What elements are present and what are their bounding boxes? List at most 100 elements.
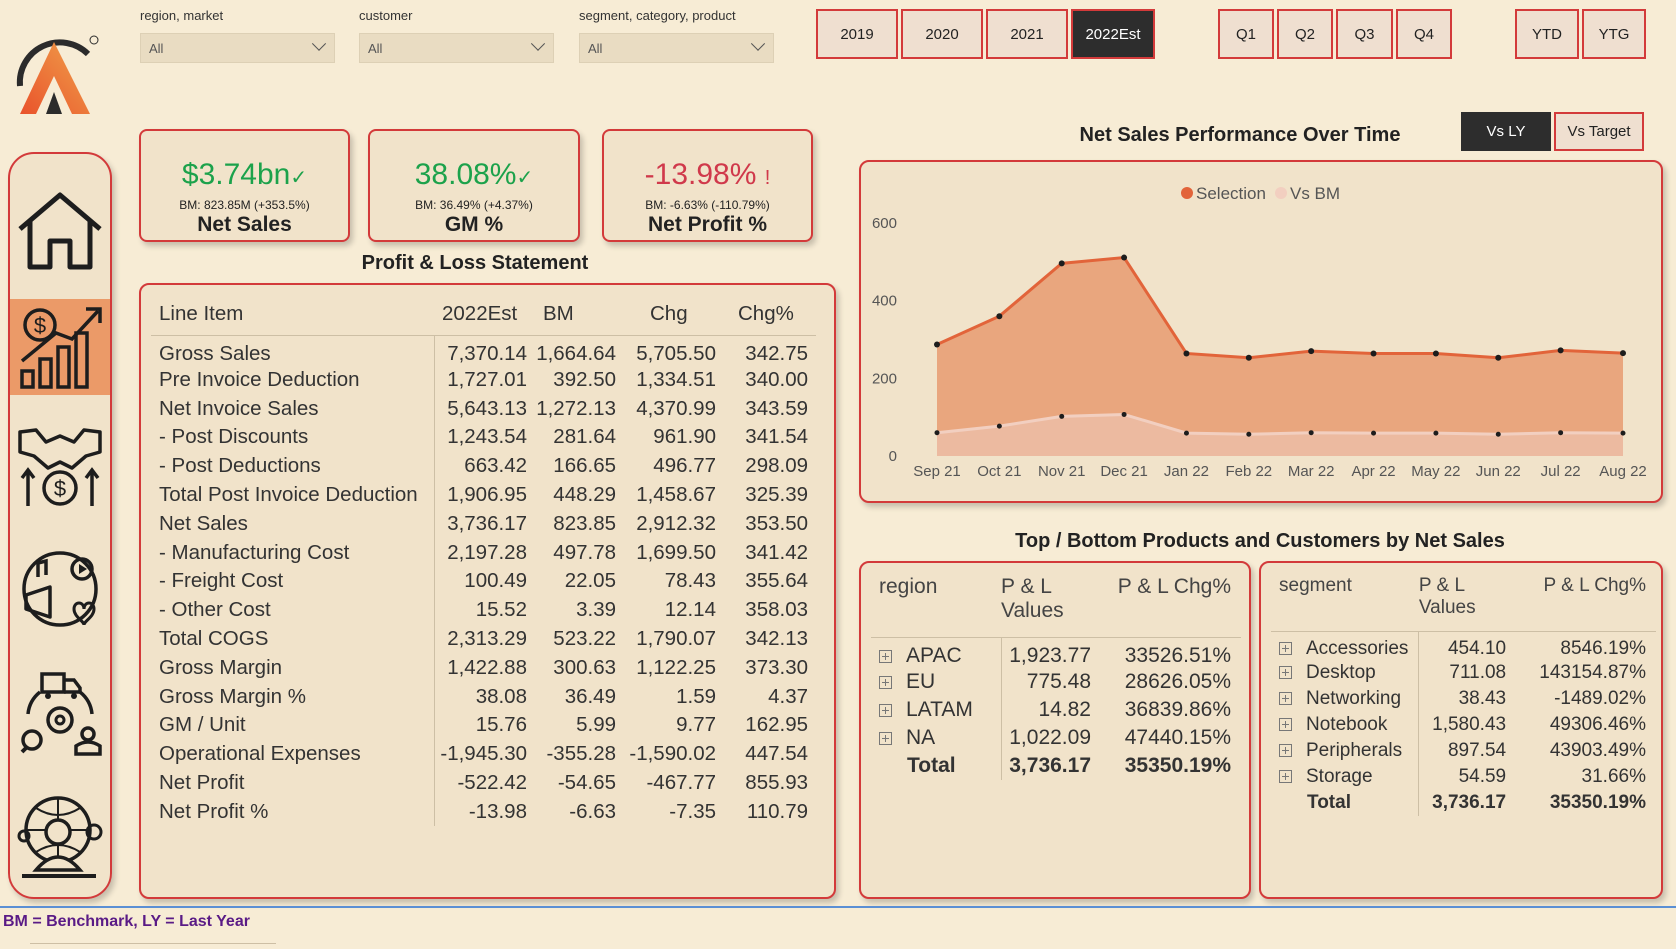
year-button-2020[interactable]: 2020 — [901, 9, 983, 59]
segment-row[interactable]: Networking 38.43 -1489.02% — [1271, 686, 1656, 712]
region-row[interactable]: NA 1,022.09 47440.15% — [871, 724, 1241, 752]
expand-plus-icon[interactable] — [1279, 666, 1292, 680]
pl-row[interactable]: Gross Margin 1,422.88 300.63 1,122.25 373.30 — [151, 653, 816, 683]
segment-label: Notebook — [1306, 714, 1388, 735]
expand-plus-icon[interactable] — [879, 731, 892, 745]
pl-row[interactable]: - Post Deductions 663.42 166.65 496.77 298.0… — [151, 451, 816, 481]
region-label-cell: NA — [871, 724, 1002, 752]
pl-cell-value: 15.52 — [475, 598, 527, 622]
year-button-2022est[interactable]: 2022Est — [1071, 9, 1155, 59]
segment-label-cell: Peripherals — [1271, 738, 1420, 764]
segment-row[interactable]: Desktop 711.08 143154.87% — [1271, 660, 1656, 686]
pl-cell-value: 110.79 — [746, 799, 808, 823]
pl-row[interactable]: Pre Invoice Deduction 1,727.01 392.50 1,334… — [151, 365, 816, 395]
segment-category-product-dropdown[interactable]: All — [579, 33, 774, 63]
nav-item-marketing[interactable] — [10, 543, 110, 639]
pl-row[interactable]: Operational Expenses -1,945.30 -355.28 -1,5… — [151, 739, 816, 769]
svg-text:$: $ — [34, 313, 46, 338]
pl-cell-value: 1,664.64 — [536, 341, 616, 365]
pl-cell-value: 358.03 — [745, 598, 808, 622]
pl-row[interactable]: - Post Discounts 1,243.54 281.64 961.90 341.… — [151, 423, 816, 452]
vs-target-toggle[interactable]: Vs Target — [1554, 112, 1644, 151]
pl-cell-value: 1,790.07 — [636, 627, 716, 651]
segment-label: Peripherals — [1306, 740, 1403, 761]
region-row[interactable]: LATAM 14.82 36839.86% — [871, 696, 1241, 724]
expand-plus-icon[interactable] — [1279, 692, 1292, 706]
kpi-title: Net Sales — [197, 213, 292, 236]
quarter-button-q2[interactable]: Q2 — [1277, 9, 1333, 59]
quarter-button-q1[interactable]: Q1 — [1218, 9, 1274, 59]
pl-row[interactable]: GM / Unit 15.76 5.99 9.77 162.95 — [151, 711, 816, 740]
line-item-label: Total Post Invoice Deduction — [151, 480, 435, 510]
region-row[interactable]: APAC 1,923.77 33526.51% — [871, 637, 1241, 668]
total-value: 3,736.17 — [1432, 792, 1507, 813]
warning-icon: ! — [764, 167, 771, 189]
expand-plus-icon[interactable] — [1279, 718, 1292, 732]
line-item-label: - Other Cost — [151, 595, 435, 625]
kpi-card-net-profit-pct[interactable]: -13.98% ! BM: -6.63% (-110.79%) Net Prof… — [602, 129, 813, 242]
nav-item-finance[interactable]: $ — [10, 299, 110, 395]
customer-dropdown[interactable]: All — [359, 33, 554, 63]
year-button-2019[interactable]: 2019 — [816, 9, 898, 59]
region-row[interactable]: EU 775.48 28626.05% — [871, 668, 1241, 696]
segment-row[interactable]: Storage 54.59 31.66% — [1271, 764, 1656, 790]
segment-row[interactable]: Accessories 454.10 8546.19% — [1271, 631, 1656, 660]
nav-item-home[interactable] — [10, 182, 110, 278]
pl-row[interactable]: - Freight Cost 100.49 22.05 78.43 355.64 — [151, 567, 816, 596]
kpi-card-net-sales[interactable]: $3.74bn✓ BM: 823.85M (+353.5%) Net Sales — [139, 129, 350, 242]
line-item-label: - Post Deductions — [151, 451, 435, 481]
expand-plus-icon[interactable] — [879, 649, 892, 663]
segment-row[interactable]: Notebook 1,580.43 49306.46% — [1271, 712, 1656, 738]
nav-item-executive[interactable] — [10, 788, 110, 884]
pl-row[interactable]: Net Profit -522.42 -54.65 -467.77 855.93 — [151, 768, 816, 798]
nav-item-supply-chain[interactable] — [10, 666, 110, 762]
pl-row[interactable]: Net Sales 3,736.17 823.85 2,912.32 353.50 — [151, 509, 816, 539]
x-tick-label: Jan 22 — [1164, 463, 1209, 480]
pl-cell-value: 1,272.13 — [536, 396, 616, 420]
pl-cell-value: 663.42 — [464, 454, 527, 478]
segment-row[interactable]: Peripherals 897.54 43903.49% — [1271, 738, 1656, 764]
pl-row[interactable]: - Manufacturing Cost 2,197.28 497.78 1,699.… — [151, 538, 816, 568]
benchmark-point — [1433, 430, 1439, 436]
total-label: Total — [1271, 790, 1420, 816]
expand-plus-icon[interactable] — [1279, 770, 1292, 784]
ytg-button[interactable]: YTG — [1582, 9, 1646, 59]
quarter-button-q3[interactable]: Q3 — [1336, 9, 1393, 59]
quarter-button-q4[interactable]: Q4 — [1396, 9, 1452, 59]
matrix-cell-value: 47440.15% — [1124, 726, 1231, 749]
pl-row[interactable]: Total COGS 2,313.29 523.22 1,790.07 342.13 — [151, 624, 816, 654]
ytd-button[interactable]: YTD — [1515, 9, 1579, 59]
selection-point — [1370, 350, 1377, 357]
pl-row[interactable]: - Other Cost 15.52 3.39 12.14 358.03 — [151, 595, 816, 625]
column-header: P & L Values — [1001, 575, 1101, 638]
supply-chain-icon — [20, 672, 102, 756]
segment-label: Desktop — [1306, 662, 1376, 683]
pl-row[interactable]: Net Profit % -13.98 -6.63 -7.35 110.79 — [151, 797, 816, 827]
kpi-card-gm-pct[interactable]: 38.08%✓ BM: 36.49% (+4.37%) GM % — [368, 129, 580, 242]
selection-point — [1495, 354, 1502, 361]
nav-item-sales[interactable]: $ — [10, 418, 110, 514]
pl-cell-value: 392.50 — [553, 367, 616, 391]
legend-label-selection: Selection — [1196, 184, 1266, 203]
line-item-label: Net Profit — [151, 768, 435, 798]
benchmark-point — [1246, 431, 1252, 437]
expand-plus-icon[interactable] — [1279, 642, 1292, 656]
segment-label-cell: Notebook — [1271, 712, 1420, 738]
expand-plus-icon[interactable] — [1279, 744, 1292, 758]
year-button-2021[interactable]: 2021 — [986, 9, 1068, 59]
expand-plus-icon[interactable] — [879, 675, 892, 689]
vs-ly-toggle[interactable]: Vs LY — [1461, 112, 1551, 151]
pl-row[interactable]: Total Post Invoice Deduction 1,906.95 448.… — [151, 480, 816, 510]
pl-row[interactable]: Gross Sales 7,370.14 1,664.64 5,705.50 342.7… — [151, 335, 816, 366]
pl-cell-value: -7.35 — [669, 799, 716, 823]
x-tick-label: Jun 22 — [1476, 463, 1521, 480]
expand-plus-icon[interactable] — [879, 703, 892, 717]
region-matrix-panel: region P & L Values P & L Chg% APAC 1,923… — [859, 561, 1251, 899]
kpi-title: Net Profit % — [647, 213, 767, 236]
pl-cell-value: 2,313.29 — [447, 627, 527, 651]
benchmark-point — [1558, 430, 1564, 436]
pl-row[interactable]: Gross Margin % 38.08 36.49 1.59 4.37 — [151, 682, 816, 712]
side-navigation: $ $ — [8, 152, 112, 899]
pl-row[interactable]: Net Invoice Sales 5,643.13 1,272.13 4,370.9… — [151, 394, 816, 424]
region-market-dropdown[interactable]: All — [140, 33, 335, 63]
